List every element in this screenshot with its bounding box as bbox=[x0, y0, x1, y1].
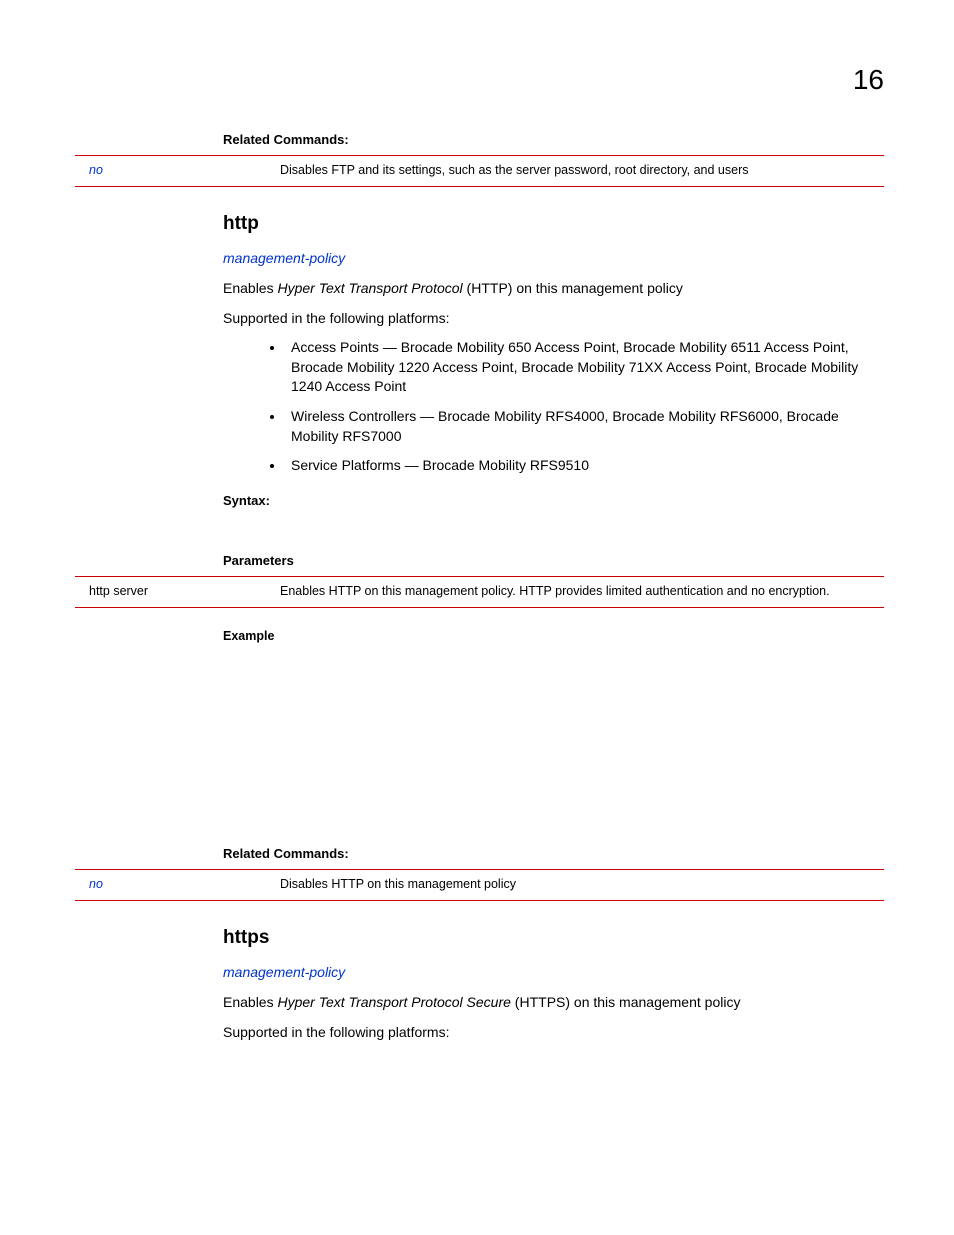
section-title-http: http bbox=[223, 211, 884, 238]
related-commands-table-http: no Disables HTTP on this management poli… bbox=[75, 869, 884, 901]
param-key-http-server: http server bbox=[75, 577, 272, 608]
related-desc-ftp: Disables FTP and its settings, such as t… bbox=[272, 156, 884, 187]
list-item: Service Platforms — Brocade Mobility RFS… bbox=[285, 456, 884, 476]
related-desc-http: Disables HTTP on this management policy bbox=[272, 870, 884, 901]
http-platforms-list: Access Points — Brocade Mobility 650 Acc… bbox=[223, 338, 884, 476]
link-management-policy-http[interactable]: management-policy bbox=[223, 249, 884, 269]
http-platforms-intro: Supported in the following platforms: bbox=[223, 309, 884, 329]
page-number: 16 bbox=[75, 60, 884, 99]
link-management-policy-https[interactable]: management-policy bbox=[223, 963, 884, 983]
link-no-ftp[interactable]: no bbox=[75, 156, 272, 187]
section-title-https: https bbox=[223, 925, 884, 952]
parameters-heading: Parameters bbox=[223, 552, 884, 570]
related-commands-table-ftp: no Disables FTP and its settings, such a… bbox=[75, 155, 884, 187]
https-platforms-intro: Supported in the following platforms: bbox=[223, 1023, 884, 1043]
link-no-http[interactable]: no bbox=[75, 870, 272, 901]
example-heading: Example bbox=[223, 628, 884, 646]
syntax-heading: Syntax: bbox=[223, 492, 884, 510]
list-item: Wireless Controllers — Brocade Mobility … bbox=[285, 407, 884, 446]
http-description: Enables Hyper Text Transport Protocol (H… bbox=[223, 279, 884, 299]
parameters-table-http: http server Enables HTTP on this managem… bbox=[75, 576, 884, 608]
related-commands-heading-ftp: Related Commands: bbox=[223, 131, 884, 149]
param-desc-http-server: Enables HTTP on this management policy. … bbox=[272, 577, 884, 608]
related-commands-heading-http: Related Commands: bbox=[223, 845, 884, 863]
list-item: Access Points — Brocade Mobility 650 Acc… bbox=[285, 338, 884, 397]
https-description: Enables Hyper Text Transport Protocol Se… bbox=[223, 993, 884, 1013]
